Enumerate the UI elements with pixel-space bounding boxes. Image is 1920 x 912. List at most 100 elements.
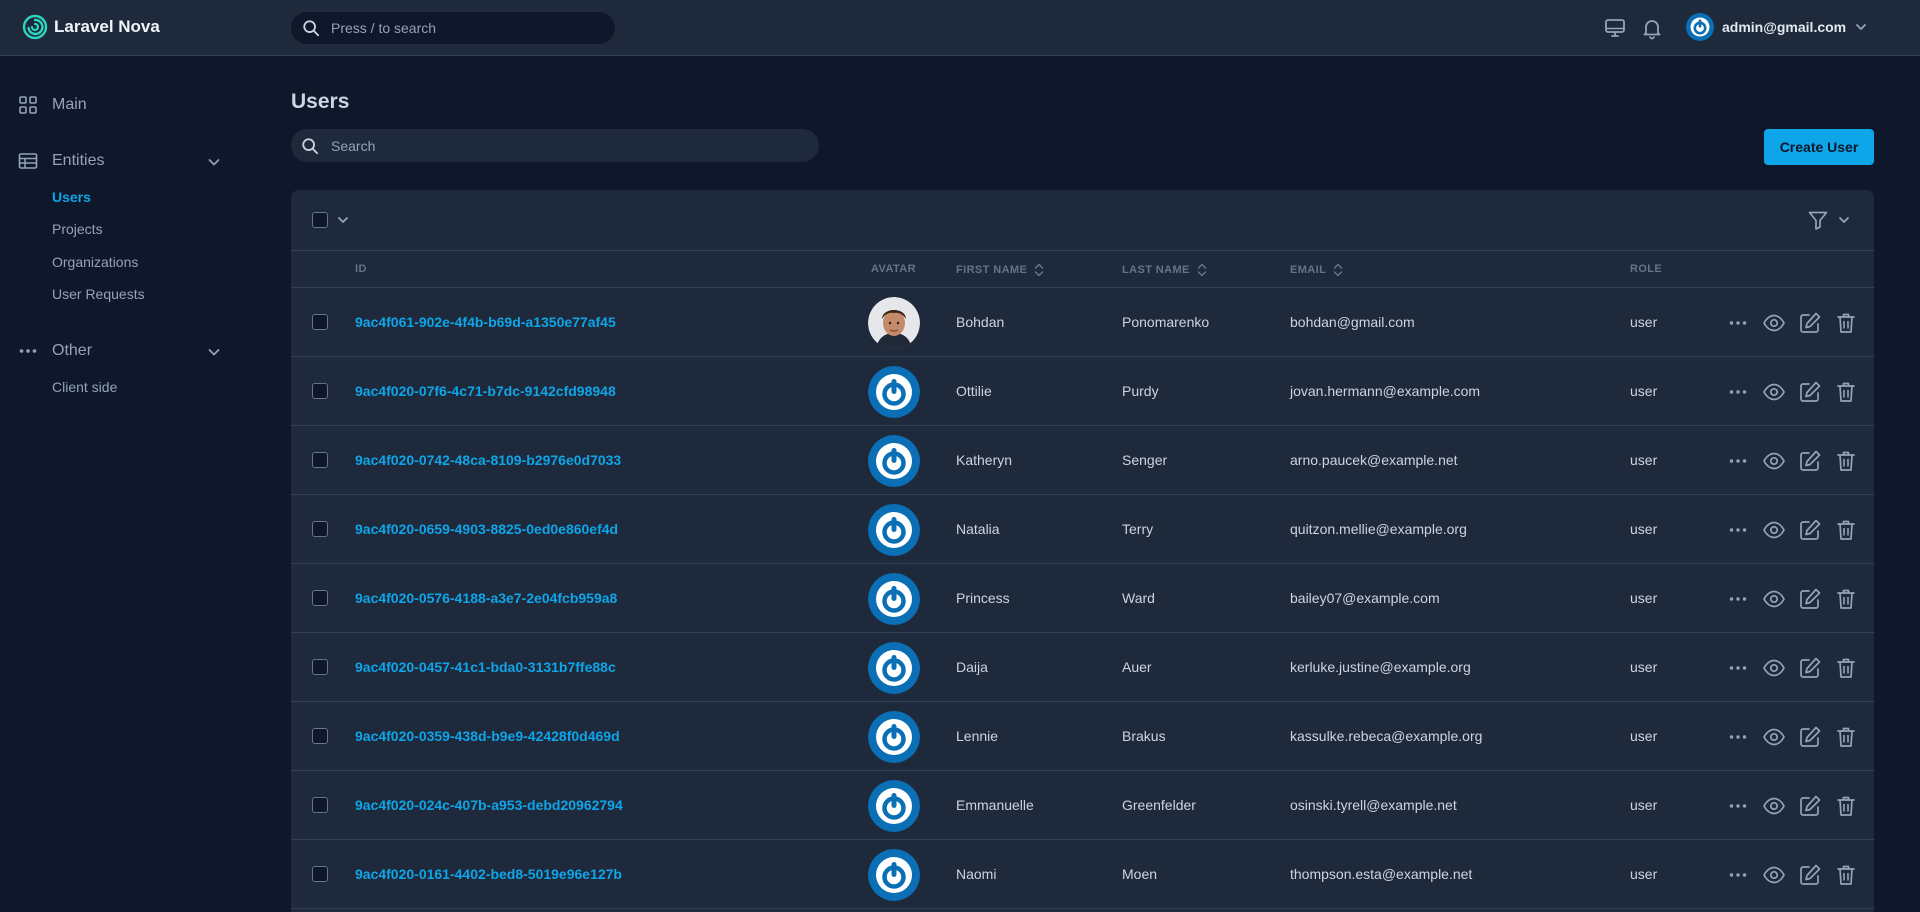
chevron-down-icon[interactable] <box>205 153 223 171</box>
more-horizontal-icon[interactable] <box>1726 311 1750 335</box>
column-header-last-name[interactable]: LAST NAME <box>1122 263 1208 277</box>
last-name-cell: Moen <box>1122 866 1158 882</box>
eye-icon[interactable] <box>1762 518 1786 542</box>
user-id-link[interactable]: 9ac4f061-902e-4f4b-b69d-a1350e77af45 <box>355 314 616 330</box>
eye-icon[interactable] <box>1762 311 1786 335</box>
trash-icon[interactable] <box>1834 587 1858 611</box>
user-id-link[interactable]: 9ac4f020-0359-438d-b9e9-42428f0d469d <box>355 728 620 744</box>
eye-icon[interactable] <box>1762 794 1786 818</box>
edit-icon[interactable] <box>1798 587 1822 611</box>
user-avatar <box>868 849 920 901</box>
resource-search-input[interactable]: Search <box>291 129 819 162</box>
bell-icon[interactable] <box>1640 16 1664 40</box>
trash-icon[interactable] <box>1834 725 1858 749</box>
role-cell: user <box>1630 659 1658 675</box>
more-horizontal-icon[interactable] <box>1726 656 1750 680</box>
trash-icon[interactable] <box>1834 380 1858 404</box>
sidebar-item-other[interactable]: Other <box>18 339 92 363</box>
user-avatar <box>868 711 920 763</box>
user-id-link[interactable]: 9ac4f020-0742-48ca-8109-b2976e0d7033 <box>355 452 621 468</box>
sort-icon <box>1333 263 1343 277</box>
trash-icon[interactable] <box>1834 311 1858 335</box>
eye-icon[interactable] <box>1762 725 1786 749</box>
trash-icon[interactable] <box>1834 518 1858 542</box>
user-id-link[interactable]: 9ac4f020-0161-4402-bed8-5019e96e127b <box>355 866 622 882</box>
sidebar-item-user-requests[interactable]: User Requests <box>52 286 145 302</box>
more-horizontal-icon[interactable] <box>1726 380 1750 404</box>
eye-icon[interactable] <box>1762 863 1786 887</box>
chevron-down-icon[interactable] <box>336 213 350 227</box>
user-avatar <box>868 642 920 694</box>
email-cell: jovan.hermann@example.com <box>1290 383 1481 399</box>
default-avatar-icon <box>868 504 920 556</box>
sidebar-item-label: Entities <box>52 152 105 169</box>
more-horizontal-icon[interactable] <box>1726 449 1750 473</box>
edit-icon[interactable] <box>1798 794 1822 818</box>
trash-icon[interactable] <box>1834 656 1858 680</box>
brand[interactable]: Laravel Nova <box>22 14 160 40</box>
eye-icon[interactable] <box>1762 449 1786 473</box>
user-id-link[interactable]: 9ac4f020-0576-4188-a3e7-2e04fcb959a8 <box>355 590 617 606</box>
chevron-down-icon[interactable] <box>1837 213 1851 227</box>
sidebar-item-main[interactable]: Main <box>18 93 87 117</box>
sidebar-item-organizations[interactable]: Organizations <box>52 254 138 270</box>
column-header-label: EMAIL <box>1290 264 1327 276</box>
edit-icon[interactable] <box>1798 656 1822 680</box>
table-row: 9ac4f020-0457-41c1-bda0-3131b7ffe88c Dai… <box>291 634 1874 702</box>
edit-icon[interactable] <box>1798 449 1822 473</box>
column-header-first-name[interactable]: FIRST NAME <box>956 263 1045 277</box>
chevron-down-icon[interactable] <box>205 343 223 361</box>
row-checkbox[interactable] <box>312 383 328 399</box>
last-name-cell: Ponomarenko <box>1122 314 1210 330</box>
table-row: 9ac4f020-0659-4903-8825-0ed0e860ef4d Nat… <box>291 496 1874 564</box>
edit-icon[interactable] <box>1798 725 1822 749</box>
user-id-link[interactable]: 9ac4f020-024c-407b-a953-debd20962794 <box>355 797 623 813</box>
user-id-link[interactable]: 9ac4f020-0659-4903-8825-0ed0e860ef4d <box>355 521 618 537</box>
first-name-cell: Emmanuelle <box>956 797 1034 813</box>
eye-icon[interactable] <box>1762 656 1786 680</box>
trash-icon[interactable] <box>1834 794 1858 818</box>
select-all-checkbox[interactable] <box>312 212 328 228</box>
edit-icon[interactable] <box>1798 518 1822 542</box>
user-id-link[interactable]: 9ac4f020-0457-41c1-bda0-3131b7ffe88c <box>355 659 616 675</box>
first-name-cell: Naomi <box>956 866 997 882</box>
row-checkbox[interactable] <box>312 659 328 675</box>
role-cell: user <box>1630 866 1658 882</box>
row-checkbox[interactable] <box>312 314 328 330</box>
user-id-link[interactable]: 9ac4f020-07f6-4c71-b7dc-9142cfd98948 <box>355 383 616 399</box>
row-checkbox[interactable] <box>312 521 328 537</box>
more-horizontal-icon[interactable] <box>1726 794 1750 818</box>
edit-icon[interactable] <box>1798 311 1822 335</box>
more-horizontal-icon[interactable] <box>1726 725 1750 749</box>
default-avatar-icon <box>868 642 920 694</box>
eye-icon[interactable] <box>1762 587 1786 611</box>
more-horizontal-icon[interactable] <box>1726 518 1750 542</box>
row-checkbox[interactable] <box>312 728 328 744</box>
trash-icon[interactable] <box>1834 863 1858 887</box>
monitor-icon[interactable] <box>1603 16 1627 40</box>
create-user-button[interactable]: Create User <box>1764 129 1874 165</box>
column-header-email[interactable]: EMAIL <box>1290 263 1344 277</box>
user-menu[interactable]: admin@gmail.com <box>1686 13 1868 41</box>
eye-icon[interactable] <box>1762 380 1786 404</box>
row-checkbox[interactable] <box>312 866 328 882</box>
row-checkbox[interactable] <box>312 797 328 813</box>
trash-icon[interactable] <box>1834 449 1858 473</box>
sidebar-item-projects[interactable]: Projects <box>52 221 103 237</box>
more-horizontal-icon[interactable] <box>1726 587 1750 611</box>
edit-icon[interactable] <box>1798 863 1822 887</box>
nova-spiral-icon <box>22 14 48 40</box>
global-search[interactable]: Press / to search <box>291 12 615 44</box>
sidebar-item-entities[interactable]: Entities <box>18 149 104 173</box>
top-bar: Laravel Nova Press / to search admin@gma… <box>0 0 1920 56</box>
row-checkbox[interactable] <box>312 590 328 606</box>
default-avatar-icon <box>868 849 920 901</box>
filter-icon[interactable] <box>1806 208 1830 232</box>
user-avatar <box>868 573 920 625</box>
sidebar-item-client-side[interactable]: Client side <box>52 379 117 395</box>
sidebar-item-users[interactable]: Users <box>52 189 91 205</box>
edit-icon[interactable] <box>1798 380 1822 404</box>
role-cell: user <box>1630 590 1658 606</box>
row-checkbox[interactable] <box>312 452 328 468</box>
more-horizontal-icon[interactable] <box>1726 863 1750 887</box>
